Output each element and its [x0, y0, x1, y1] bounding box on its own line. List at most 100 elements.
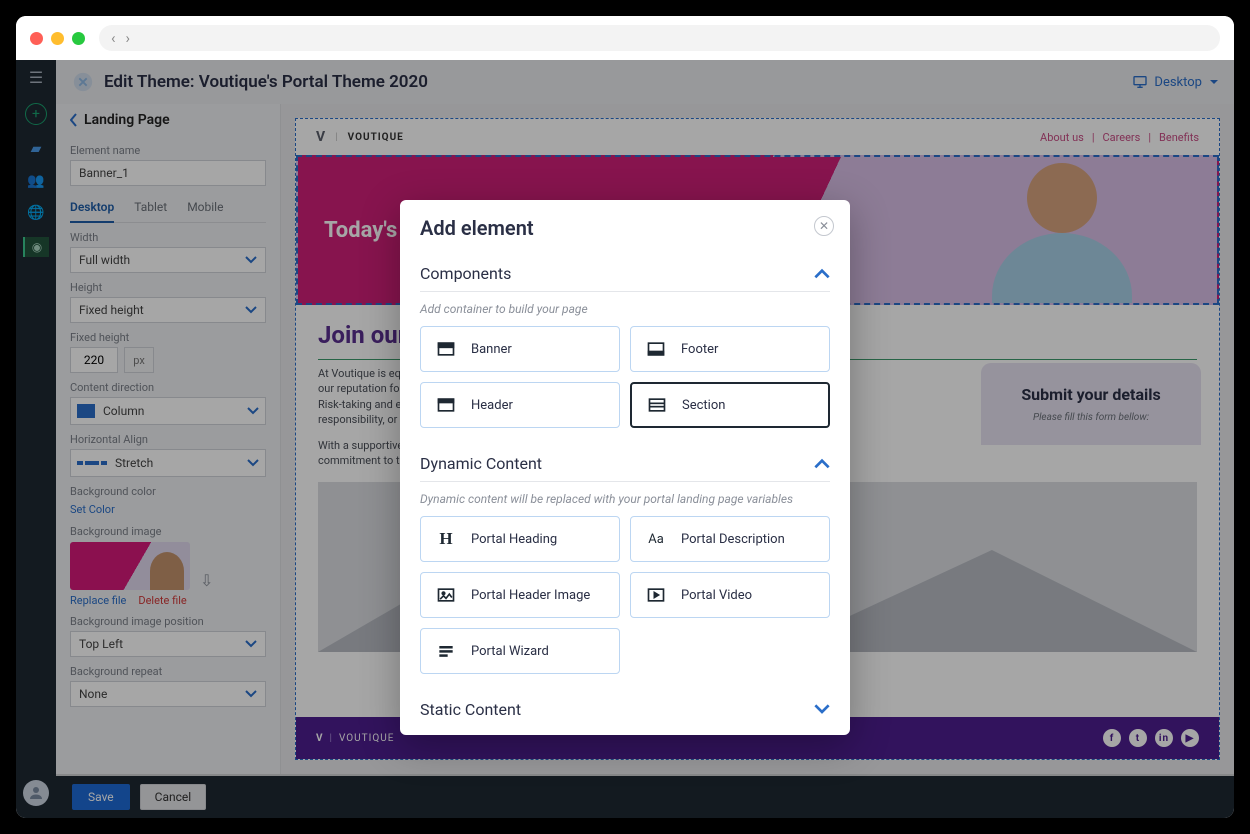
nav-back-icon[interactable]: ‹	[111, 29, 116, 47]
page-title: Edit Theme: Voutique's Portal Theme 2020	[104, 72, 428, 92]
chevron-down-icon	[814, 704, 830, 715]
tab-desktop[interactable]: Desktop	[70, 200, 114, 223]
section-static[interactable]: Static Content	[420, 690, 830, 727]
rail-item-2[interactable]: 👥	[27, 173, 44, 189]
bgrepeat-select[interactable]: None	[70, 681, 266, 707]
direction-select[interactable]: Column	[70, 397, 266, 425]
add-element-modal: Add element ✕ Components Add container t…	[400, 200, 850, 735]
footer-mark: V	[316, 733, 324, 744]
unit-label: px	[124, 347, 154, 373]
fixed-height-input[interactable]	[70, 347, 118, 373]
heading-icon: H	[435, 528, 457, 550]
stretch-icon	[77, 461, 107, 465]
maximize-window[interactable]	[72, 32, 85, 45]
brand-mark: V	[316, 129, 325, 145]
dynamic-video[interactable]: Portal Video	[630, 572, 830, 618]
modal-title: Add element	[420, 216, 830, 240]
submit-title: Submit your details	[997, 385, 1185, 404]
component-banner[interactable]: Banner	[420, 326, 620, 372]
cancel-button[interactable]: Cancel	[140, 784, 207, 810]
section-components[interactable]: Components	[420, 254, 830, 292]
element-name-input[interactable]	[70, 160, 266, 186]
url-bar[interactable]: ‹ ›	[99, 25, 1220, 51]
dynamic-description[interactable]: Aa Portal Description	[630, 516, 830, 562]
properties-sidebar: Landing Page Element name Desktop Tablet…	[56, 104, 281, 774]
halign-label: Horizontal Align	[70, 433, 266, 446]
banner-icon	[435, 338, 457, 360]
image-icon	[435, 584, 457, 606]
column-icon	[77, 404, 95, 418]
bgpos-label: Background image position	[70, 615, 266, 628]
direction-label: Content direction	[70, 381, 266, 394]
youtube-icon[interactable]: ▶	[1181, 729, 1199, 747]
component-header[interactable]: Header	[420, 382, 620, 428]
close-window[interactable]	[30, 32, 43, 45]
minimize-window[interactable]	[51, 32, 64, 45]
linkedin-icon[interactable]: in	[1155, 729, 1173, 747]
chevron-up-icon	[814, 268, 830, 279]
site-brand: VOUTIQUE	[348, 132, 404, 143]
add-icon[interactable]: +	[25, 103, 47, 125]
twitter-icon[interactable]: t	[1129, 729, 1147, 747]
app-body: ☰ + ▰ 👥 🌐 ◉ Edit Theme: Voutique's Porta…	[16, 60, 1234, 818]
browser-window: ‹ › ☰ + ▰ 👥 🌐 ◉ Edit Theme: Voutique's P…	[16, 16, 1234, 818]
rail-item-3[interactable]: 🌐	[27, 205, 44, 221]
viewport-label: Desktop	[1154, 75, 1202, 90]
footer-brand: VOUTIQUE	[339, 733, 394, 744]
halign-select[interactable]: Stretch	[70, 449, 266, 477]
wizard-icon	[435, 640, 457, 662]
component-section[interactable]: Section	[630, 382, 830, 428]
dynamic-header-image[interactable]: Portal Header Image	[420, 572, 620, 618]
replace-file-link[interactable]: Replace file	[70, 594, 126, 607]
height-select[interactable]: Fixed height	[70, 297, 266, 323]
tab-mobile[interactable]: Mobile	[187, 200, 223, 223]
hamburger-icon[interactable]: ☰	[29, 68, 43, 87]
component-footer[interactable]: Footer	[630, 326, 830, 372]
nav-benefits[interactable]: Benefits	[1159, 131, 1199, 144]
height-label: Height	[70, 281, 266, 294]
components-hint: Add container to build your page	[420, 302, 830, 316]
dynamic-wizard[interactable]: Portal Wizard	[420, 628, 620, 674]
bottom-bar: Save Cancel	[56, 776, 1234, 818]
nav-about[interactable]: About us	[1040, 131, 1084, 144]
bgimage-thumbnail[interactable]	[70, 542, 190, 590]
viewport-selector[interactable]: Desktop	[1132, 74, 1218, 90]
section-icon	[646, 394, 668, 416]
text-icon: Aa	[645, 528, 667, 550]
tab-tablet[interactable]: Tablet	[134, 200, 167, 223]
sidebar-breadcrumb[interactable]: Landing Page	[56, 112, 280, 136]
submit-card: Submit your details Please fill this for…	[981, 363, 1201, 445]
nav-forward-icon[interactable]: ›	[126, 29, 131, 47]
width-label: Width	[70, 231, 266, 244]
rail-item-1[interactable]: ▰	[31, 141, 42, 157]
left-rail: ☰ + ▰ 👥 🌐 ◉	[16, 60, 56, 818]
sidebar-title: Landing Page	[84, 112, 170, 128]
section-dynamic[interactable]: Dynamic Content	[420, 444, 830, 482]
nav-careers[interactable]: Careers	[1103, 131, 1141, 144]
hero-image	[957, 157, 1167, 303]
delete-file-link[interactable]: Delete file	[138, 594, 186, 607]
bgrepeat-label: Background repeat	[70, 665, 266, 678]
facebook-icon[interactable]: f	[1103, 729, 1121, 747]
chevron-up-icon	[814, 458, 830, 469]
close-icon[interactable]: ✕	[814, 216, 834, 236]
set-color-link[interactable]: Set Color	[70, 503, 115, 516]
fixed-height-label: Fixed height	[70, 331, 266, 344]
traffic-lights	[30, 32, 85, 45]
bgcolor-label: Background color	[70, 485, 266, 498]
download-icon[interactable]: ⇩	[200, 571, 213, 590]
chevron-down-icon	[1210, 80, 1218, 88]
browser-titlebar: ‹ ›	[16, 16, 1234, 60]
top-bar: Edit Theme: Voutique's Portal Theme 2020…	[56, 60, 1234, 104]
footer-icon	[645, 338, 667, 360]
bgpos-select[interactable]: Top Left	[70, 631, 266, 657]
save-button[interactable]: Save	[72, 784, 130, 810]
app-logo-icon	[72, 71, 94, 93]
video-icon	[645, 584, 667, 606]
header-icon	[435, 394, 457, 416]
rail-item-4[interactable]: ◉	[23, 237, 49, 257]
dynamic-heading[interactable]: H Portal Heading	[420, 516, 620, 562]
user-avatar[interactable]	[23, 780, 49, 806]
device-tabs: Desktop Tablet Mobile	[70, 200, 266, 223]
width-select[interactable]: Full width	[70, 247, 266, 273]
